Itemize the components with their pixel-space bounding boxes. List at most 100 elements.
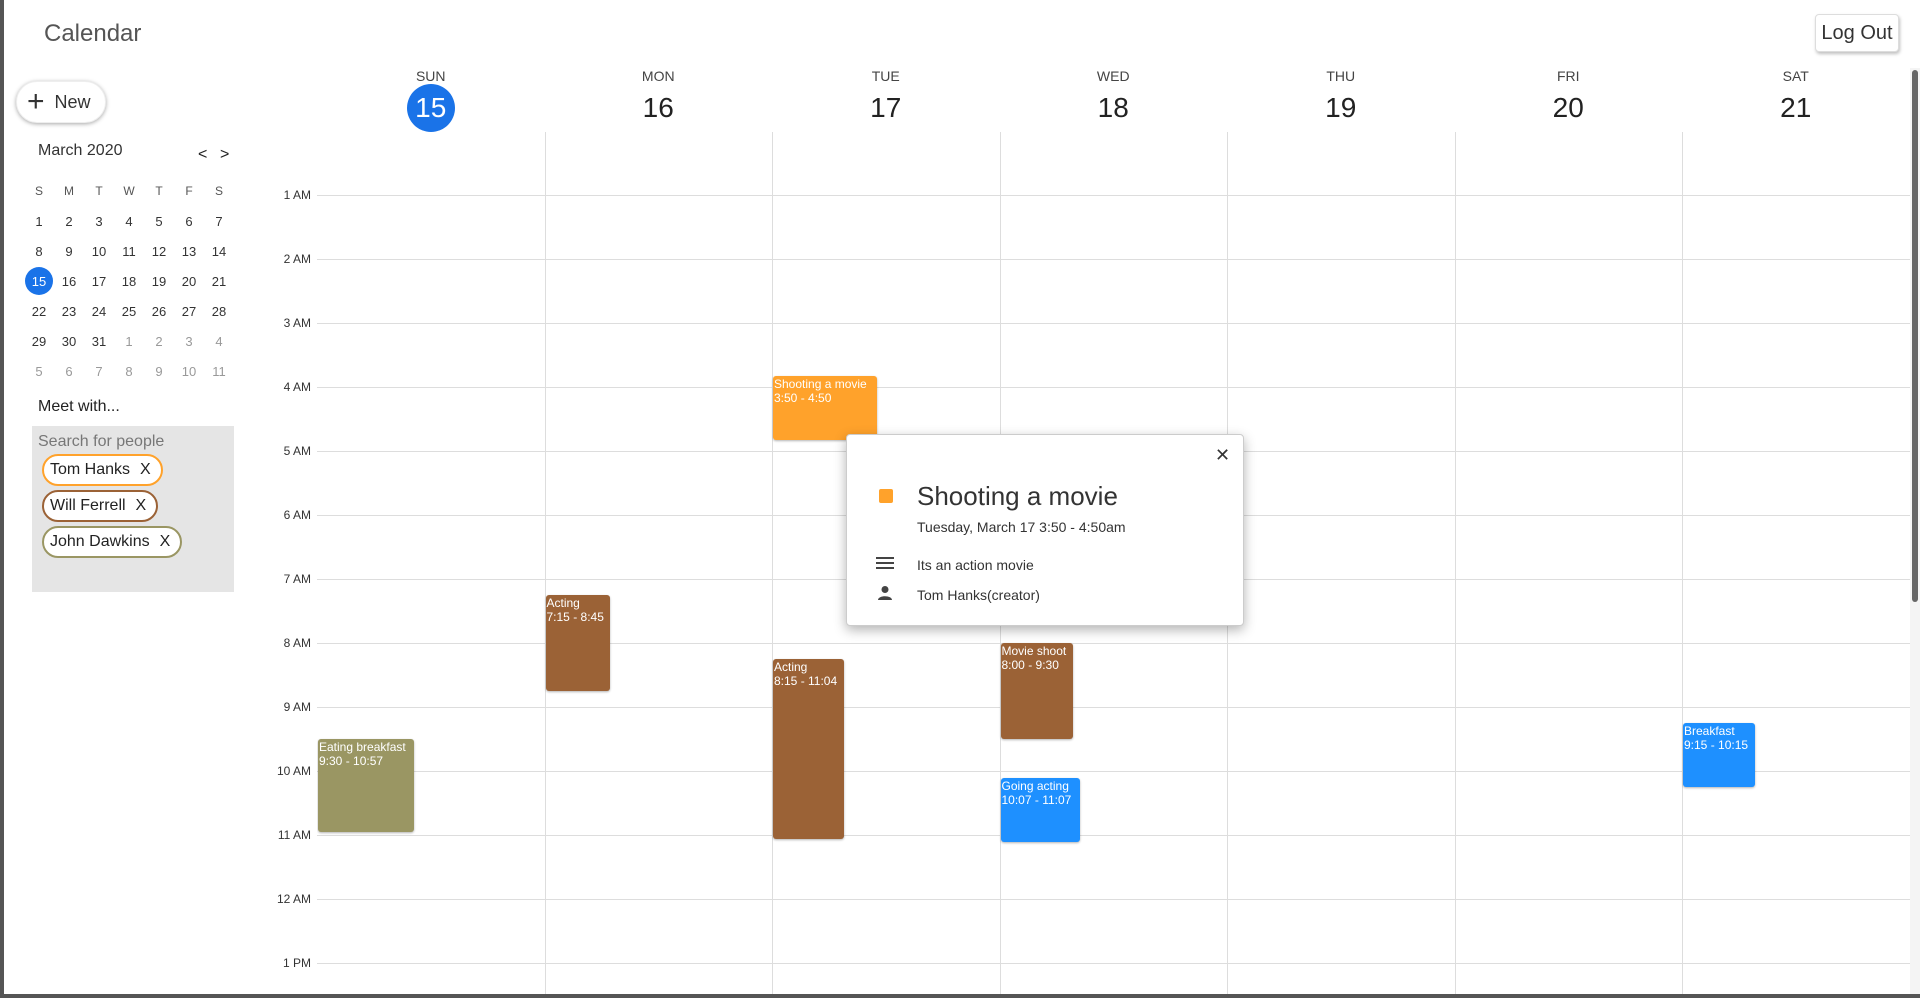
mini-calendar-day[interactable]: 29 xyxy=(24,326,54,356)
mini-calendar-day[interactable]: 3 xyxy=(174,326,204,356)
day-number[interactable]: 21 xyxy=(1772,84,1820,132)
remove-person-button[interactable]: X xyxy=(136,497,147,515)
person-icon xyxy=(878,586,892,600)
mini-calendar-day[interactable]: 22 xyxy=(24,296,54,326)
popup-event-creator: Tom Hanks(creator) xyxy=(917,587,1040,603)
calendar-event[interactable]: Going acting 10:07 - 11:07 xyxy=(1000,778,1080,843)
event-title: Acting xyxy=(546,596,580,610)
remove-person-button[interactable]: X xyxy=(160,533,171,551)
hour-label: 6 AM xyxy=(283,508,311,522)
day-number[interactable]: 15 xyxy=(406,84,455,132)
mini-calendar-day[interactable]: 2 xyxy=(144,326,174,356)
mini-calendar-day[interactable]: 17 xyxy=(84,266,114,296)
mini-calendar-day[interactable]: 1 xyxy=(114,326,144,356)
popup-event-datetime: Tuesday, March 17 3:50 - 4:50am xyxy=(917,519,1126,535)
mini-calendar-day[interactable]: 25 xyxy=(114,296,144,326)
mini-calendar-day[interactable]: 5 xyxy=(144,206,174,236)
person-chip-name: John Dawkins xyxy=(50,533,150,550)
calendar-event[interactable]: Shooting a movie 3:50 - 4:50 xyxy=(773,376,877,441)
hour-label: 1 AM xyxy=(283,188,311,202)
mini-calendar-day[interactable]: 4 xyxy=(204,326,234,356)
mini-calendar-day[interactable]: 3 xyxy=(84,206,114,236)
remove-person-button[interactable]: X xyxy=(140,461,151,479)
person-chip: Will Ferrell X xyxy=(42,490,159,522)
mini-calendar-day[interactable]: 14 xyxy=(204,236,234,266)
mini-calendar-day[interactable]: 27 xyxy=(174,296,204,326)
person-chip: John Dawkins X xyxy=(42,526,183,558)
mini-calendar-day[interactable]: 30 xyxy=(54,326,84,356)
mini-calendar-day[interactable]: 23 xyxy=(54,296,84,326)
person-chip-name: Tom Hanks xyxy=(50,461,131,478)
new-event-button[interactable]: + New xyxy=(16,81,106,123)
hour-gridline xyxy=(317,323,1910,324)
mini-calendar-day[interactable]: 28 xyxy=(204,296,234,326)
mini-calendar-day[interactable]: 2 xyxy=(54,206,84,236)
mini-calendar-prev-button[interactable]: < xyxy=(198,146,207,164)
mini-calendar-day[interactable]: 13 xyxy=(174,236,204,266)
hour-gridline xyxy=(317,195,1910,196)
day-header-wed[interactable]: WED 18 xyxy=(1000,68,1228,132)
mini-calendar-grid: S M T W T F S 1 2 3 4 5 6 7 8 9 10 11 12 13 14 15 16 17 18 19 20 21… xyxy=(24,176,234,386)
calendar-scrollbar[interactable] xyxy=(1910,68,1920,994)
calendar-event[interactable]: Acting 7:15 - 8:45 xyxy=(545,595,610,691)
people-picker: Tom Hanks X Will Ferrell X John Dawkins X xyxy=(32,426,234,592)
mini-calendar-day[interactable]: 24 xyxy=(84,296,114,326)
day-number[interactable]: 17 xyxy=(862,84,910,132)
day-header-mon[interactable]: MON 16 xyxy=(545,68,773,132)
day-header-tue[interactable]: TUE 17 xyxy=(772,68,1000,132)
mini-calendar-day[interactable]: 6 xyxy=(174,206,204,236)
app-title: Calendar xyxy=(44,20,142,47)
mini-calendar-day[interactable]: 10 xyxy=(174,356,204,386)
mini-calendar-day[interactable]: 9 xyxy=(144,356,174,386)
mini-calendar-day[interactable]: 1 xyxy=(24,206,54,236)
mini-calendar-day[interactable]: 11 xyxy=(114,236,144,266)
hour-label: 7 AM xyxy=(283,572,311,586)
mini-calendar-day[interactable]: 20 xyxy=(174,266,204,296)
calendar-event[interactable]: Movie shoot 8:00 - 9:30 xyxy=(1000,643,1073,739)
mini-calendar-day[interactable]: 16 xyxy=(54,266,84,296)
mini-calendar-day[interactable]: 5 xyxy=(24,356,54,386)
mini-calendar-day[interactable]: 21 xyxy=(204,266,234,296)
mini-calendar-day[interactable]: 7 xyxy=(84,356,114,386)
logout-button[interactable]: Log Out xyxy=(1815,14,1899,52)
mini-calendar-day[interactable]: 8 xyxy=(114,356,144,386)
day-header-thu[interactable]: THU 19 xyxy=(1227,68,1455,132)
people-search-input[interactable] xyxy=(38,430,228,454)
day-number[interactable]: 16 xyxy=(634,84,682,132)
mini-calendar-day[interactable]: 11 xyxy=(204,356,234,386)
day-number[interactable]: 20 xyxy=(1544,84,1592,132)
mini-calendar-next-button[interactable]: > xyxy=(220,146,229,164)
event-title: Shooting a movie xyxy=(774,377,867,392)
mini-calendar-day[interactable]: 6 xyxy=(54,356,84,386)
mini-calendar-selected-day[interactable]: 15 xyxy=(25,267,53,295)
hour-label: 3 AM xyxy=(283,316,311,330)
day-number[interactable]: 19 xyxy=(1317,84,1365,132)
day-header-fri[interactable]: FRI 20 xyxy=(1455,68,1683,132)
mini-calendar-weekday: T xyxy=(95,184,103,198)
calendar-event[interactable]: Eating breakfast 9:30 - 10:57 xyxy=(318,739,414,832)
mini-calendar-day[interactable]: 31 xyxy=(84,326,114,356)
mini-calendar-day[interactable]: 15 xyxy=(24,266,54,296)
mini-calendar-day[interactable]: 26 xyxy=(144,296,174,326)
calendar-event[interactable]: Acting 8:15 - 11:04 xyxy=(773,659,844,840)
mini-calendar-day[interactable]: 9 xyxy=(54,236,84,266)
mini-calendar-day[interactable]: 19 xyxy=(144,266,174,296)
mini-calendar-day[interactable]: 7 xyxy=(204,206,234,236)
mini-calendar-day[interactable]: 4 xyxy=(114,206,144,236)
mini-calendar-day[interactable]: 18 xyxy=(114,266,144,296)
mini-calendar-weekday: F xyxy=(185,184,193,198)
event-time: 3:50 - 4:50 xyxy=(774,391,832,406)
mini-calendar-day[interactable]: 8 xyxy=(24,236,54,266)
day-header-sat[interactable]: SAT 21 xyxy=(1682,68,1910,132)
person-chip: Tom Hanks X xyxy=(42,454,163,486)
calendar-event[interactable]: Breakfast 9:15 - 10:15 xyxy=(1683,723,1755,787)
description-icon xyxy=(876,557,894,569)
hour-label: 4 AM xyxy=(283,380,311,394)
scrollbar-thumb[interactable] xyxy=(1912,70,1918,602)
mini-calendar-day[interactable]: 10 xyxy=(84,236,114,266)
mini-calendar-day[interactable]: 12 xyxy=(144,236,174,266)
day-header-sun[interactable]: SUN 15 xyxy=(317,68,545,132)
event-title: Acting xyxy=(774,660,808,674)
close-icon[interactable]: ✕ xyxy=(1215,445,1230,466)
day-number[interactable]: 18 xyxy=(1089,84,1137,132)
